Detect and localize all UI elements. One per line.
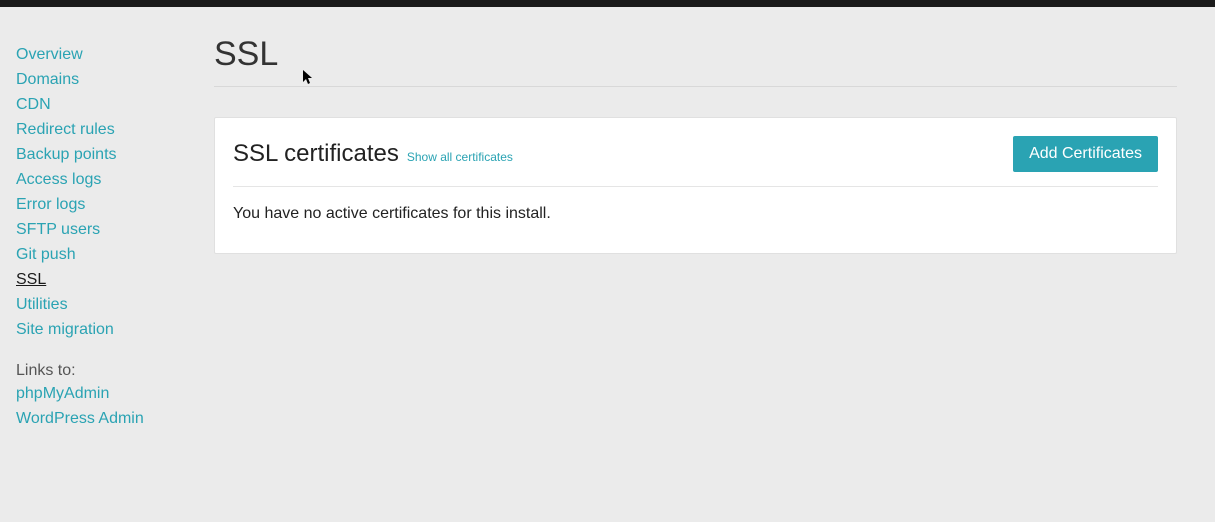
sidebar-item-error-logs[interactable]: Error logs bbox=[16, 193, 200, 217]
layout-container: Overview Domains CDN Redirect rules Back… bbox=[0, 7, 1215, 522]
sidebar-item-backup-points[interactable]: Backup points bbox=[16, 143, 200, 167]
sidebar-item-sftp-users[interactable]: SFTP users bbox=[16, 218, 200, 242]
sidebar-item-cdn[interactable]: CDN bbox=[16, 93, 200, 117]
sidebar-link-phpmyadmin[interactable]: phpMyAdmin bbox=[16, 382, 200, 406]
ssl-certificates-panel: SSL certificates Show all certificates A… bbox=[214, 117, 1177, 254]
top-bar bbox=[0, 0, 1215, 7]
panel-header: SSL certificates Show all certificates A… bbox=[233, 136, 1158, 187]
sidebar-item-redirect-rules[interactable]: Redirect rules bbox=[16, 118, 200, 142]
sidebar-item-access-logs[interactable]: Access logs bbox=[16, 168, 200, 192]
panel-title: SSL certificates bbox=[233, 140, 399, 168]
sidebar-item-domains[interactable]: Domains bbox=[16, 68, 200, 92]
sidebar-links-label: Links to: bbox=[16, 362, 200, 380]
sidebar-item-overview[interactable]: Overview bbox=[16, 43, 200, 67]
add-certificates-button[interactable]: Add Certificates bbox=[1013, 136, 1158, 172]
empty-state-message: You have no active certificates for this… bbox=[233, 205, 1158, 223]
sidebar-item-ssl[interactable]: SSL bbox=[16, 268, 200, 292]
page-title: SSL bbox=[214, 35, 1177, 87]
sidebar-item-site-migration[interactable]: Site migration bbox=[16, 318, 200, 342]
panel-header-left: SSL certificates Show all certificates bbox=[233, 140, 513, 168]
show-all-certificates-link[interactable]: Show all certificates bbox=[407, 150, 513, 164]
main-content: SSL SSL certificates Show all certificat… bbox=[200, 7, 1215, 522]
sidebar-item-utilities[interactable]: Utilities bbox=[16, 293, 200, 317]
sidebar-item-git-push[interactable]: Git push bbox=[16, 243, 200, 267]
sidebar-nav: Overview Domains CDN Redirect rules Back… bbox=[0, 7, 200, 522]
sidebar-link-wordpress-admin[interactable]: WordPress Admin bbox=[16, 407, 200, 431]
